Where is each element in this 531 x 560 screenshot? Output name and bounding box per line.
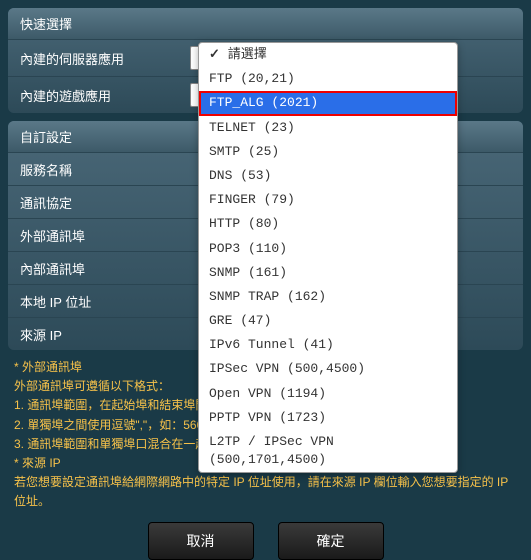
confirm-button[interactable]: 確定 — [278, 522, 384, 560]
dropdown-item[interactable]: 請選擇 — [199, 43, 457, 67]
internal-port-label: 內部通訊埠 — [20, 259, 190, 278]
local-ip-label: 本地 IP 位址 — [20, 292, 190, 311]
dropdown-item[interactable]: FINGER (79) — [199, 188, 457, 212]
dropdown-item[interactable]: TELNET (23) — [199, 116, 457, 140]
source-ip-label: 來源 IP — [20, 325, 190, 344]
dropdown-item[interactable]: SNMP TRAP (162) — [199, 285, 457, 309]
dropdown-item[interactable]: IPv6 Tunnel (41) — [199, 333, 457, 357]
dropdown-item[interactable]: GRE (47) — [199, 309, 457, 333]
dropdown-item[interactable]: DNS (53) — [199, 164, 457, 188]
game-app-label: 內建的遊戲應用 — [20, 86, 190, 105]
quick-select-header: 快速選擇 — [8, 8, 523, 39]
dropdown-item[interactable]: FTP_ALG (2021) — [199, 91, 457, 115]
source-ip-note-line: 若您想要設定通訊埠給網際網路中的特定 IP 位址使用，請在來源 IP 欄位輸入您… — [14, 473, 517, 511]
dropdown-item[interactable]: SMTP (25) — [199, 140, 457, 164]
dropdown-item[interactable]: FTP (20,21) — [199, 67, 457, 91]
server-app-dropdown[interactable]: 請選擇FTP (20,21)FTP_ALG (2021)TELNET (23)S… — [198, 42, 458, 473]
dropdown-item[interactable]: HTTP (80) — [199, 212, 457, 236]
server-app-label: 內建的伺服器應用 — [20, 49, 190, 68]
dropdown-item[interactable]: PPTP VPN (1723) — [199, 406, 457, 430]
cancel-button[interactable]: 取消 — [148, 522, 254, 560]
dropdown-item[interactable]: IPSec VPN (500,4500) — [199, 357, 457, 381]
dropdown-item[interactable]: L2TP / IPSec VPN (500,1701,4500) — [199, 430, 457, 472]
dropdown-item[interactable]: POP3 (110) — [199, 237, 457, 261]
external-port-label: 外部通訊埠 — [20, 226, 190, 245]
dropdown-item[interactable]: SNMP (161) — [199, 261, 457, 285]
dropdown-item[interactable]: Open VPN (1194) — [199, 382, 457, 406]
service-name-label: 服務名稱 — [20, 160, 190, 179]
protocol-label: 通訊協定 — [20, 193, 190, 212]
